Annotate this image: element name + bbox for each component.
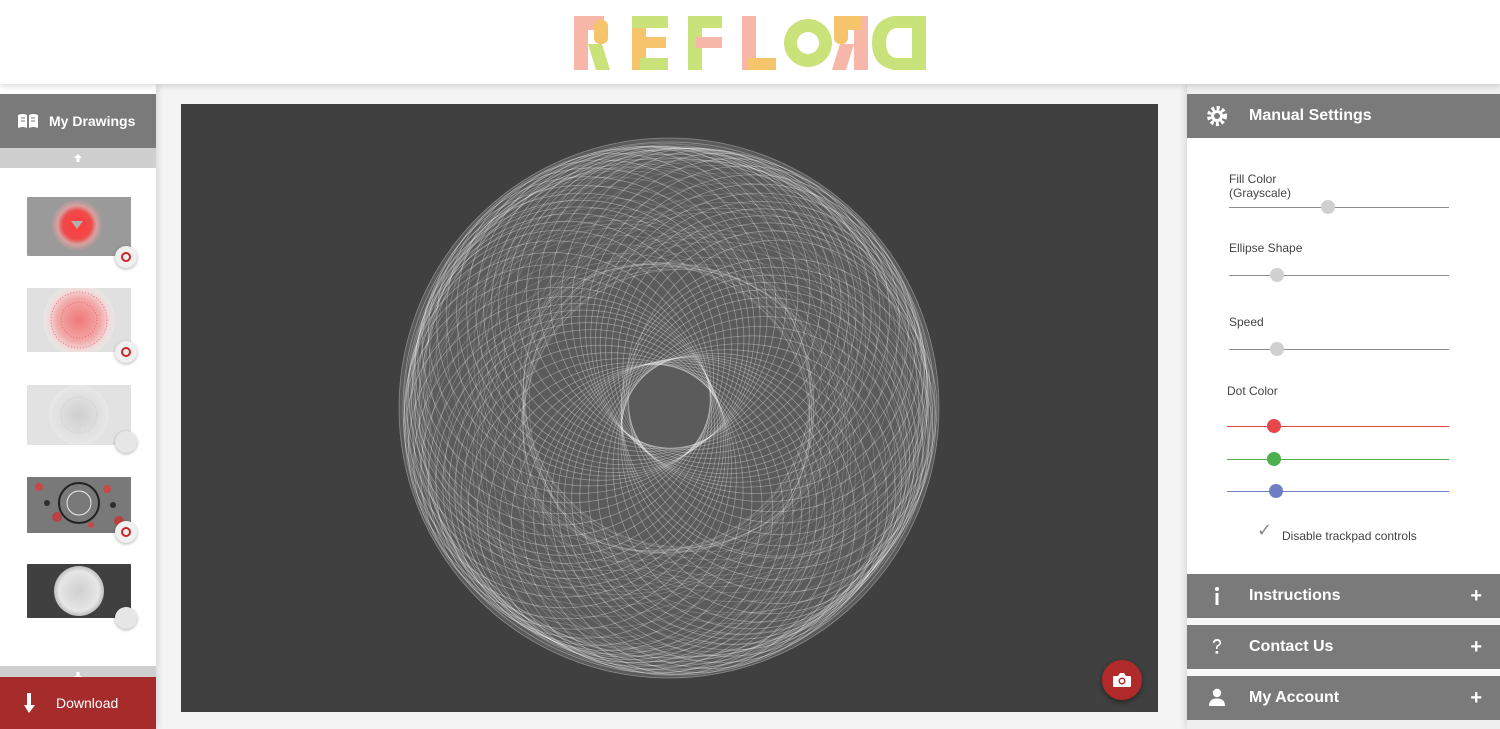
plain-badge[interactable] — [115, 431, 137, 453]
my-drawings-sidebar: My Drawings Download — [0, 84, 156, 729]
my-drawings-header[interactable]: My Drawings — [0, 94, 156, 148]
drawing-thumbnail[interactable] — [27, 477, 131, 533]
expand-plus-icon[interactable]: + — [1470, 636, 1482, 659]
dot-green-slider[interactable] — [1227, 452, 1449, 466]
slider-knob[interactable] — [1269, 484, 1283, 498]
user-icon — [1209, 688, 1225, 706]
disable-trackpad-label[interactable]: Disable trackpad controls — [1282, 529, 1417, 543]
slider-knob[interactable] — [1267, 419, 1281, 433]
info-icon — [1215, 587, 1219, 605]
my-drawings-title: My Drawings — [49, 113, 136, 129]
dot-blue-slider[interactable] — [1227, 484, 1449, 498]
fill-color-label: Fill Color (Grayscale) — [1229, 172, 1292, 200]
camera-icon — [1113, 673, 1131, 687]
slider-knob[interactable] — [1270, 342, 1284, 356]
snapshot-button[interactable] — [1102, 660, 1142, 700]
drawing-thumbnail[interactable] — [27, 288, 131, 352]
expand-plus-icon[interactable]: + — [1470, 585, 1482, 608]
reflord-logo — [574, 16, 926, 70]
my-account-title: My Account — [1249, 689, 1340, 706]
manual-settings-body: Fill Color (Grayscale) Ellipse Shape Spe… — [1187, 138, 1500, 574]
arrow-up-icon — [74, 154, 82, 162]
slider-knob[interactable] — [1267, 452, 1281, 466]
download-button[interactable]: Download — [0, 677, 156, 729]
download-arrow-icon — [24, 693, 35, 713]
manual-settings-title: Manual Settings — [1249, 107, 1372, 124]
record-badge[interactable] — [115, 521, 137, 543]
contact-us-title: Contact Us — [1249, 638, 1334, 655]
download-label: Download — [56, 695, 119, 711]
manual-settings-header[interactable]: Manual Settings — [1187, 94, 1500, 138]
gear-icon — [1207, 106, 1227, 126]
expand-plus-icon[interactable]: + — [1470, 687, 1482, 710]
settings-panel: Manual Settings Fill Color (Grayscale) E… — [1187, 84, 1500, 729]
ellipse-shape-slider[interactable] — [1229, 268, 1449, 282]
drawing-canvas[interactable] — [181, 104, 1158, 712]
slider-knob[interactable] — [1321, 200, 1335, 214]
question-icon — [1213, 639, 1221, 654]
slider-knob[interactable] — [1270, 268, 1284, 282]
book-icon — [18, 114, 38, 128]
record-badge[interactable] — [115, 246, 137, 268]
speed-label: Speed — [1229, 315, 1264, 329]
fill-color-slider[interactable] — [1229, 200, 1449, 214]
dot-color-label: Dot Color — [1227, 384, 1278, 398]
drawing-thumbnail[interactable] — [27, 197, 131, 256]
app-root: My Drawings Download Manual Settings Fil… — [0, 0, 1500, 729]
plain-badge[interactable] — [115, 607, 137, 629]
dot-red-slider[interactable] — [1227, 419, 1449, 433]
speed-slider[interactable] — [1229, 342, 1449, 356]
my-account-header[interactable]: My Account + — [1187, 676, 1500, 720]
checkmark-icon[interactable]: ✓ — [1257, 520, 1272, 541]
ellipse-shape-label: Ellipse Shape — [1229, 241, 1303, 255]
header — [0, 0, 1500, 84]
instructions-header[interactable]: Instructions + — [1187, 574, 1500, 618]
contact-us-header[interactable]: Contact Us + — [1187, 625, 1500, 669]
spirograph-drawing — [398, 137, 940, 679]
drawing-thumbnail[interactable] — [27, 564, 131, 618]
drawings-list — [0, 168, 156, 666]
scroll-up-button[interactable] — [0, 148, 156, 168]
record-badge[interactable] — [115, 341, 137, 363]
instructions-title: Instructions — [1249, 587, 1341, 604]
